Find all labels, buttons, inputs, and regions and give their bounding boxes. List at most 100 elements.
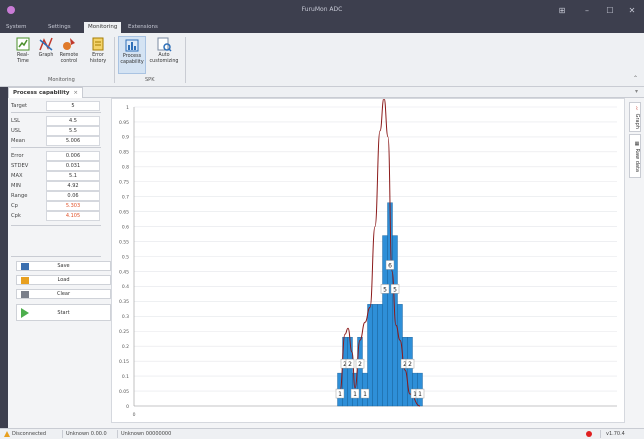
y-tick-label: 0.6 bbox=[122, 224, 129, 230]
stat-label: Error bbox=[11, 153, 24, 159]
stat-row-lsl: LSL 4.5 bbox=[8, 116, 104, 126]
stat-value-mean: 5.006 bbox=[46, 136, 100, 146]
y-tick-label: 1 bbox=[126, 105, 129, 111]
tab-monitoring[interactable]: Monitoring bbox=[84, 22, 122, 33]
status-bar: Disconnected Unknown 0.00.0 Unknown 0000… bbox=[0, 428, 644, 439]
status-divider bbox=[600, 430, 601, 438]
tab-close-icon[interactable]: × bbox=[73, 90, 78, 96]
stat-value-range: 0.06 bbox=[46, 191, 100, 201]
data-label: 5 bbox=[383, 286, 387, 293]
clear-button[interactable]: Clear bbox=[16, 289, 111, 299]
stat-value-usl: 5.5 bbox=[46, 126, 100, 136]
process-capability-button[interactable]: Process capability bbox=[118, 36, 146, 74]
connection-status: Disconnected bbox=[12, 431, 47, 437]
menu-tabs: System Settings Monitoring Extensions bbox=[0, 21, 644, 33]
tab-system[interactable]: System bbox=[2, 22, 31, 33]
remote-control-icon bbox=[63, 38, 75, 50]
data-label: 2 bbox=[358, 361, 362, 368]
stat-label: LSL bbox=[11, 118, 21, 124]
stat-label: Cpk bbox=[11, 213, 21, 219]
start-button[interactable]: Start bbox=[16, 304, 111, 321]
chevron-down-icon[interactable]: ▾ bbox=[635, 88, 638, 95]
close-button[interactable]: ✕ bbox=[623, 4, 641, 17]
y-tick-label: 0.25 bbox=[119, 329, 129, 335]
tab-extensions[interactable]: Extensions bbox=[124, 22, 162, 33]
save-icon bbox=[21, 263, 29, 270]
stat-value-cp: 5.303 bbox=[46, 201, 100, 211]
version-label: v1.70.4 bbox=[606, 431, 625, 437]
load-button[interactable]: Load bbox=[16, 275, 111, 285]
error-history-icon bbox=[92, 37, 104, 51]
tab-settings[interactable]: Settings bbox=[44, 22, 75, 33]
histogram-bar bbox=[377, 304, 383, 407]
stat-row-min: MIN 4.92 bbox=[8, 181, 104, 191]
y-tick-label: 0.1 bbox=[122, 374, 129, 380]
y-tick-label: 0.35 bbox=[119, 299, 129, 305]
data-label: 2 bbox=[408, 361, 412, 368]
stat-label: MIN bbox=[11, 183, 21, 189]
stat-row-stdev: STDEV 0.031 bbox=[8, 161, 104, 171]
tab-raw-data[interactable]: ▦ Raw data bbox=[629, 134, 641, 178]
error-history-button[interactable]: Error history bbox=[85, 36, 111, 74]
data-label: 6 bbox=[388, 262, 392, 269]
y-tick-label: 0.3 bbox=[122, 314, 129, 320]
stat-value-error: 0.006 bbox=[46, 151, 100, 161]
group-separator bbox=[185, 37, 186, 83]
y-tick-label: 0.55 bbox=[119, 239, 129, 245]
side-tabs: ⌇ Graph ▦ Raw data bbox=[628, 98, 642, 198]
graph-button[interactable]: Graph bbox=[35, 36, 57, 74]
y-tick-label: 0.45 bbox=[119, 269, 129, 275]
group-label-spc: SPK bbox=[145, 77, 155, 83]
data-label: 1 bbox=[353, 391, 357, 398]
stat-label: STDEV bbox=[11, 163, 29, 169]
stat-label: Cp bbox=[11, 203, 18, 209]
auto-customizing-button[interactable]: Auto customizing bbox=[148, 36, 180, 74]
stat-row-mean: Mean 5.006 bbox=[8, 136, 104, 146]
stat-label: Range bbox=[11, 193, 28, 199]
stats-panel: Target 5 LSL 4.5 USL 5.5 Mean 5.006 Error 0.006 ST… bbox=[8, 98, 111, 428]
y-tick-label: 0.5 bbox=[122, 254, 129, 260]
remote-control-button[interactable]: Remote control bbox=[56, 36, 82, 74]
realtime-icon bbox=[16, 37, 30, 51]
y-tick-label: 0.8 bbox=[122, 165, 129, 171]
chart-area: 1 0.95 0.9 0.85 0.8 0.75 0.7 0.65 0.6 0.55 0.5 0.45… bbox=[111, 98, 625, 423]
warning-icon bbox=[4, 431, 10, 437]
stat-label: Target bbox=[11, 103, 28, 109]
y-tick-label: 0.2 bbox=[122, 344, 129, 350]
stat-value-stdev: 0.031 bbox=[46, 161, 100, 171]
panel-divider bbox=[11, 256, 101, 257]
tab-graph[interactable]: ⌇ Graph bbox=[629, 102, 641, 132]
histogram-chart: 10.950.90.850.80.750.70.650.60.550.50.45… bbox=[119, 99, 617, 418]
maximize-button[interactable]: ☐ bbox=[601, 4, 619, 17]
y-tick-label: 0.75 bbox=[119, 180, 129, 186]
table-icon: ▦ bbox=[634, 140, 640, 147]
save-button[interactable]: Save bbox=[16, 261, 111, 271]
stat-label: USL bbox=[11, 128, 21, 134]
y-tick-label: 0.15 bbox=[119, 359, 129, 365]
stat-value-cpk: 4.105 bbox=[46, 211, 100, 221]
content-area: Target 5 LSL 4.5 USL 5.5 Mean 5.006 Error 0.006 ST… bbox=[8, 98, 644, 428]
y-tick-label: 0.7 bbox=[122, 195, 129, 201]
panel-divider bbox=[11, 225, 101, 226]
y-tick-label: 0 bbox=[126, 404, 129, 410]
y-tick-label: 0.9 bbox=[122, 135, 129, 141]
histogram-bar bbox=[387, 202, 393, 407]
stat-label: Mean bbox=[11, 138, 26, 144]
stat-row-usl: USL 5.5 bbox=[8, 126, 104, 136]
y-tick-label: 0.65 bbox=[119, 209, 129, 215]
stat-value-target: 5 bbox=[46, 101, 100, 111]
document-tabs: Process capability × ▾ bbox=[8, 87, 644, 98]
realtime-button[interactable]: Real-Time bbox=[12, 36, 34, 74]
stat-value-max: 5.1 bbox=[46, 171, 100, 181]
clear-icon bbox=[21, 291, 29, 298]
minimize-button[interactable]: – bbox=[578, 4, 596, 17]
y-tick-label: 0.85 bbox=[119, 150, 129, 156]
graph-icon: ⌇ bbox=[634, 105, 640, 112]
device-id-status: Unknown 00000000 bbox=[121, 431, 172, 437]
x-tick-label: 0 bbox=[133, 412, 136, 418]
chevron-up-icon[interactable]: ⌃ bbox=[633, 75, 638, 82]
tab-process-capability[interactable]: Process capability × bbox=[8, 87, 84, 98]
data-label: 1 bbox=[418, 391, 422, 398]
layout-icon[interactable]: ⊞ bbox=[553, 4, 571, 17]
process-capability-icon bbox=[125, 39, 139, 52]
